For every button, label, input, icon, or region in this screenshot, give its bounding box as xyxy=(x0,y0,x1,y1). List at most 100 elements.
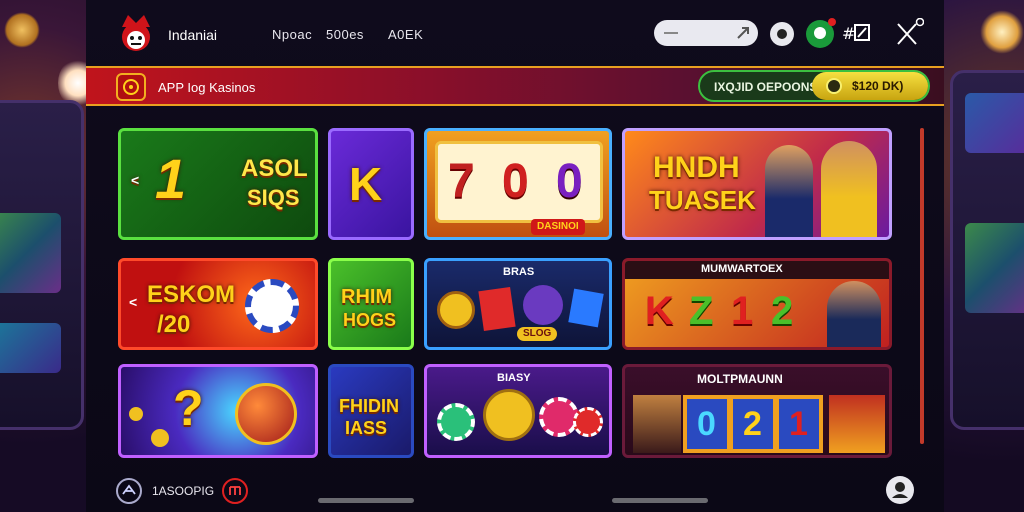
coin-icon xyxy=(129,407,143,421)
game-tile-3[interactable]: 7 0 0 DASINOI xyxy=(424,128,612,240)
lamp-decoration xyxy=(4,12,40,48)
chip-icon xyxy=(245,279,299,333)
character-woman xyxy=(633,395,681,453)
chip-icon xyxy=(573,407,603,437)
character-man xyxy=(827,281,881,347)
reel-3: 0 xyxy=(556,155,583,208)
arrow-left-icon: < xyxy=(129,294,138,310)
game-tile-5[interactable]: < ESKOM /20 xyxy=(118,258,318,350)
game-tile-10[interactable]: FHIDIN IASS xyxy=(328,364,414,458)
nav-item-3[interactable]: A0EK xyxy=(388,27,423,42)
tile-4-line1: HNDH xyxy=(653,151,740,184)
game-tile-2[interactable]: K xyxy=(328,128,414,240)
tile-9-symbol: ? xyxy=(173,380,204,436)
app-window: Indaniai Npoac 500es A0EK # APP Iog Kasi… xyxy=(86,0,944,512)
arrow-left-icon: < xyxy=(131,172,140,188)
balance-button[interactable]: $120 DK) xyxy=(812,72,928,100)
user-icon[interactable] xyxy=(770,22,794,46)
coupons-label: IXQJID OEPOONS xyxy=(714,80,818,94)
background-arcade-right xyxy=(940,0,1024,512)
share-icon[interactable]: # xyxy=(842,22,872,44)
reel-z: Z xyxy=(689,289,714,333)
game-tile-1[interactable]: < 1 ASOL SIQS xyxy=(118,128,318,240)
game-tile-9[interactable]: ? xyxy=(118,364,318,458)
tile-6-line1: RHIM xyxy=(341,286,393,308)
tile-7-title: BRAS xyxy=(503,266,535,278)
slot-cabinet-right xyxy=(950,70,1024,430)
gem-icon xyxy=(568,288,604,328)
game-grid: < 1 ASOL SIQS K 7 0 0 DASINOI HNDH TUASE… xyxy=(86,106,944,462)
tile-10-line1: FHIDIN xyxy=(339,396,399,416)
tile-1-line1: ASOL xyxy=(241,155,308,182)
profile-icon[interactable] xyxy=(886,476,914,504)
tile-8-title: MUMWARTOEX xyxy=(701,263,783,275)
tile-6-line2: HOGS xyxy=(343,310,397,330)
globe-icon xyxy=(235,383,297,445)
scrollbar[interactable] xyxy=(920,128,924,444)
tile-2-letter: K xyxy=(349,158,383,210)
tile-3-tag: DASINOI xyxy=(531,219,585,235)
svg-text:#: # xyxy=(842,24,855,43)
home-indicator-right xyxy=(612,498,708,503)
tile-5-line1: ESKOM xyxy=(147,281,236,308)
character-woman xyxy=(765,145,813,237)
search-icon xyxy=(737,27,749,39)
reel-3: 1 xyxy=(789,405,808,443)
reel-2: 0 xyxy=(502,155,529,208)
reel-2: 2 xyxy=(743,405,762,443)
coin-icon xyxy=(483,389,535,441)
mascot-logo[interactable] xyxy=(116,13,156,53)
footer-label: 1ASOOPIG xyxy=(152,484,215,498)
tile-1-number: 1 xyxy=(155,147,187,210)
promo-bar: APP Iog Kasinos IXQJID OEPOONS $120 DK) xyxy=(86,66,944,106)
character-man xyxy=(821,141,877,237)
close-icon[interactable] xyxy=(894,17,925,48)
coin-icon xyxy=(826,78,842,94)
game-tile-12[interactable]: MOLTPMAUNN 0 2 1 xyxy=(622,364,892,458)
reel-1: 0 xyxy=(697,405,716,443)
bottom-bar: 1ASOOPIG xyxy=(86,462,944,512)
game-tile-6[interactable]: RHIM HOGS xyxy=(328,258,414,350)
home-indicator-left xyxy=(318,498,414,503)
mascot-icon xyxy=(523,285,563,325)
slot-cabinet-left xyxy=(0,100,84,430)
tile-7-tag: SLOG xyxy=(517,327,558,341)
casino-app-icon[interactable] xyxy=(116,73,146,101)
chip-icon xyxy=(437,403,475,441)
brand-name: Indaniai xyxy=(168,27,218,43)
tile-5-line2: /20 xyxy=(157,311,191,338)
tile-12-title: MOLTPMAUNN xyxy=(697,372,783,386)
game-tile-11[interactable]: BIASY xyxy=(424,364,612,458)
card-icon xyxy=(478,286,516,332)
menu-icon[interactable] xyxy=(116,478,142,504)
lamp-decoration xyxy=(980,10,1024,54)
reel-1: 7 xyxy=(448,155,475,208)
character-king xyxy=(829,395,885,453)
game-tile-8[interactable]: MUMWARTOEX K Z 1 2 xyxy=(622,258,892,350)
chat-icon[interactable] xyxy=(806,18,836,48)
game-tile-7[interactable]: BRAS SLOG xyxy=(424,258,612,350)
scrollbar-thumb[interactable] xyxy=(920,128,924,444)
coin-icon xyxy=(437,291,475,329)
tile-10-line2: IASS xyxy=(345,418,388,438)
reel-2: 2 xyxy=(771,289,794,333)
tile-4-line2: TUASEK xyxy=(649,185,756,215)
record-icon[interactable] xyxy=(222,478,248,504)
nav-item-2[interactable]: 500es xyxy=(326,27,364,42)
reel-1: 1 xyxy=(731,289,754,333)
balance-amount: $120 DK) xyxy=(852,79,904,93)
search-placeholder-line xyxy=(664,32,678,34)
slot-reels: 7 0 0 xyxy=(435,141,603,223)
search-input[interactable] xyxy=(654,20,758,46)
nav-item-1[interactable]: Npoac xyxy=(272,27,312,42)
promo-title: APP Iog Kasinos xyxy=(158,80,256,95)
slot-reels: 0 2 1 xyxy=(683,395,823,453)
tile-11-title: BIASY xyxy=(497,372,531,384)
top-bar: Indaniai Npoac 500es A0EK # xyxy=(86,0,944,66)
tile-1-line2: SIQS xyxy=(247,185,300,210)
reel-k: K xyxy=(645,289,674,333)
game-tile-4[interactable]: HNDH TUASEK xyxy=(622,128,892,240)
coupons-pill[interactable]: IXQJID OEPOONS $120 DK) xyxy=(698,70,930,102)
coin-icon xyxy=(151,429,169,447)
background-arcade-left xyxy=(0,0,92,512)
